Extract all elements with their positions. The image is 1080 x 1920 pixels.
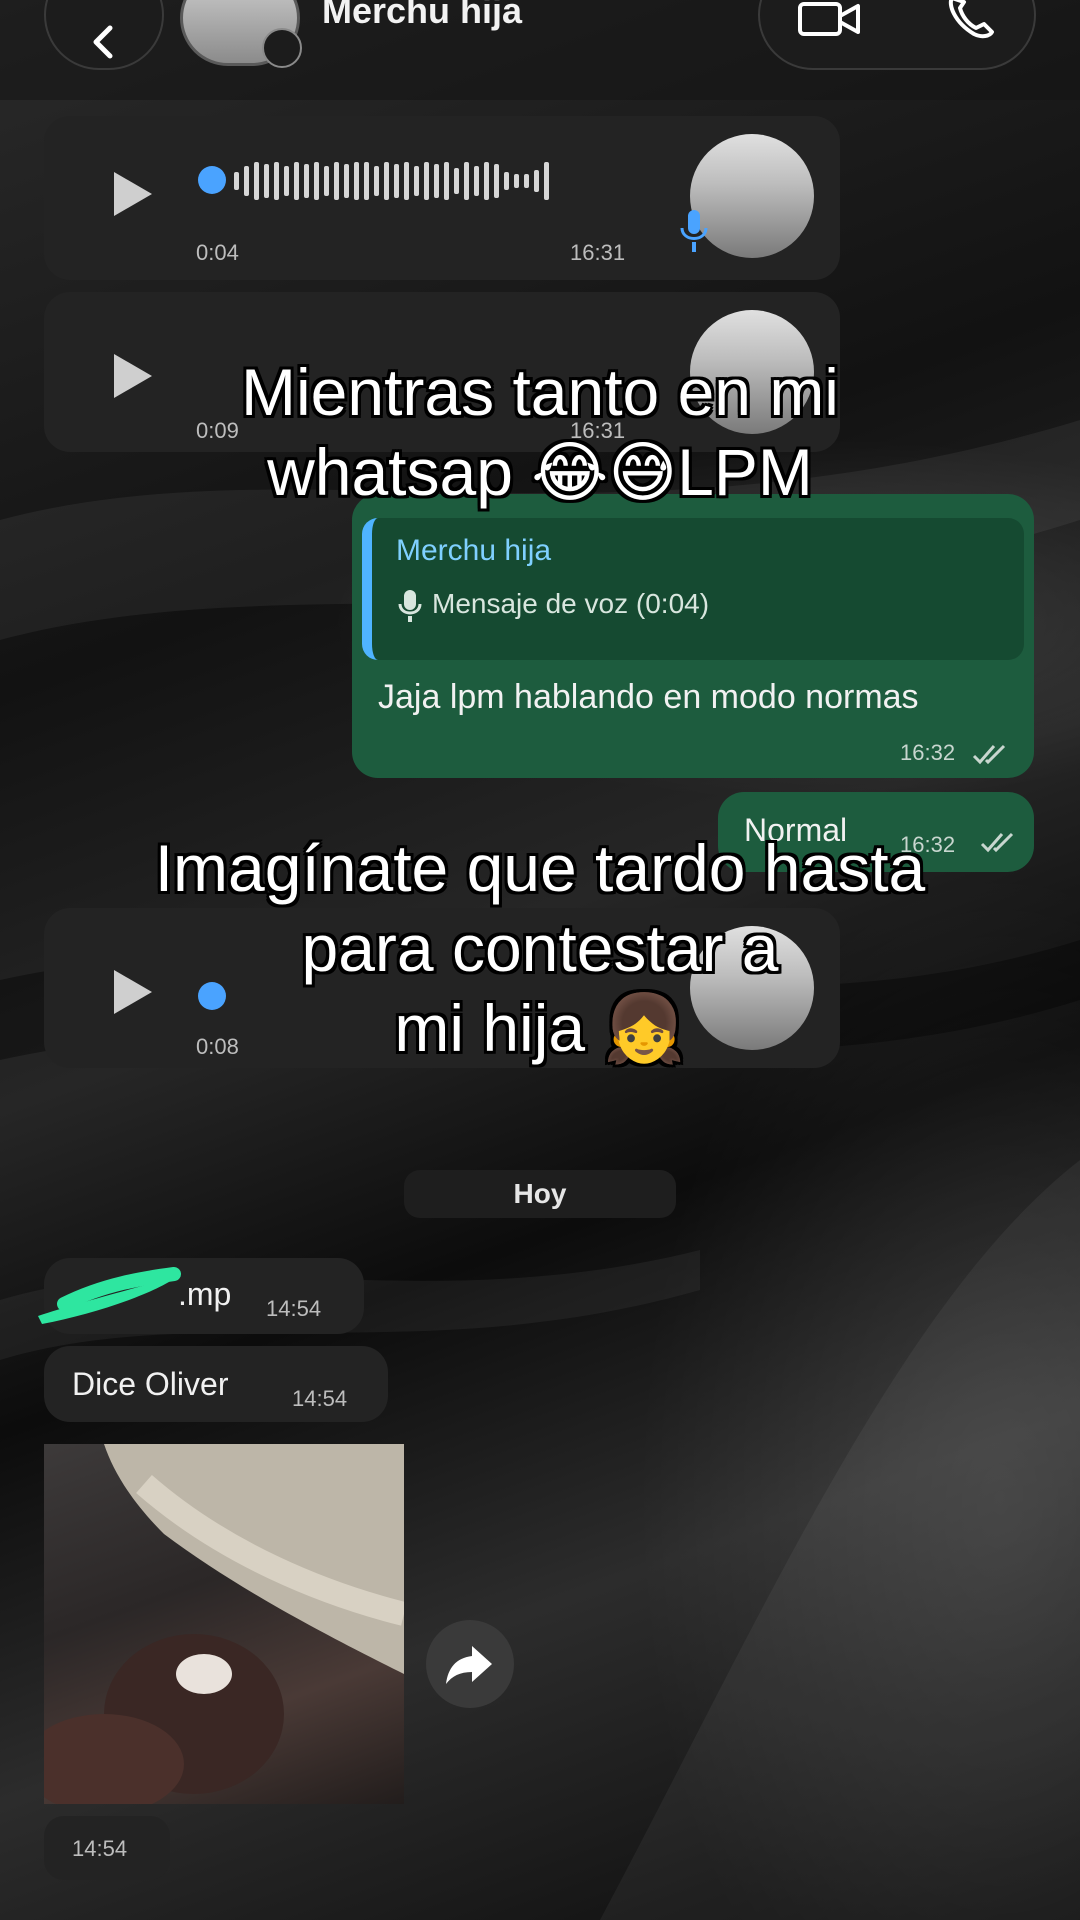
- quoted-sender: Merchu hija: [396, 534, 552, 567]
- double-check-icon: [972, 744, 1006, 765]
- photo-content: [44, 1444, 404, 1804]
- video-camera-icon[interactable]: [798, 0, 862, 40]
- phone-icon[interactable]: [944, 0, 1000, 40]
- caption-line: Imagínate que tardo hasta: [154, 831, 926, 905]
- forward-arrow-icon: [446, 1646, 492, 1684]
- message-time: 16:31: [570, 240, 626, 265]
- message-time: 14:54: [266, 1296, 322, 1321]
- chat-header: Merchu hija: [0, 0, 1080, 100]
- chevron-left-icon: [93, 25, 113, 59]
- redaction-scribble: [38, 1267, 181, 1324]
- message-time: 14:54: [292, 1386, 348, 1411]
- play-icon[interactable]: [110, 170, 154, 218]
- quoted-text: Mensaje de voz (0:04): [432, 588, 710, 619]
- contact-name[interactable]: Merchu hija: [322, 0, 522, 32]
- date-separator: Hoy: [404, 1170, 676, 1218]
- microphone-icon: [680, 210, 708, 252]
- caption-line: Mientras tanto en mi: [241, 355, 839, 429]
- back-button[interactable]: [44, 0, 164, 70]
- caption-line: mi hija 👧: [394, 991, 686, 1065]
- voice-duration: 0:04: [196, 240, 239, 265]
- waveform[interactable]: [194, 156, 674, 206]
- caption-line: whatsap 😂😅LPM: [267, 435, 813, 509]
- message-time: 16:32: [900, 740, 956, 765]
- photo-message[interactable]: [44, 1444, 404, 1804]
- microphone-icon: [398, 590, 422, 622]
- overlay-caption: Imagínate que tardo hasta para contestar…: [0, 828, 1080, 1068]
- message-text: Jaja lpm hablando en modo normas: [378, 678, 919, 716]
- sender-avatar: [690, 134, 814, 258]
- status-ring-icon: [262, 28, 302, 68]
- forward-button[interactable]: [426, 1620, 514, 1708]
- caption-line: para contestar a: [301, 911, 779, 985]
- file-name: .mp: [178, 1276, 232, 1312]
- voice-message[interactable]: 0:04 16:31: [44, 116, 840, 280]
- message-time: 14:54: [72, 1836, 128, 1861]
- overlay-caption: Mientras tanto en mi whatsap 😂😅LPM: [0, 352, 1080, 512]
- message-text: Dice Oliver: [72, 1366, 229, 1402]
